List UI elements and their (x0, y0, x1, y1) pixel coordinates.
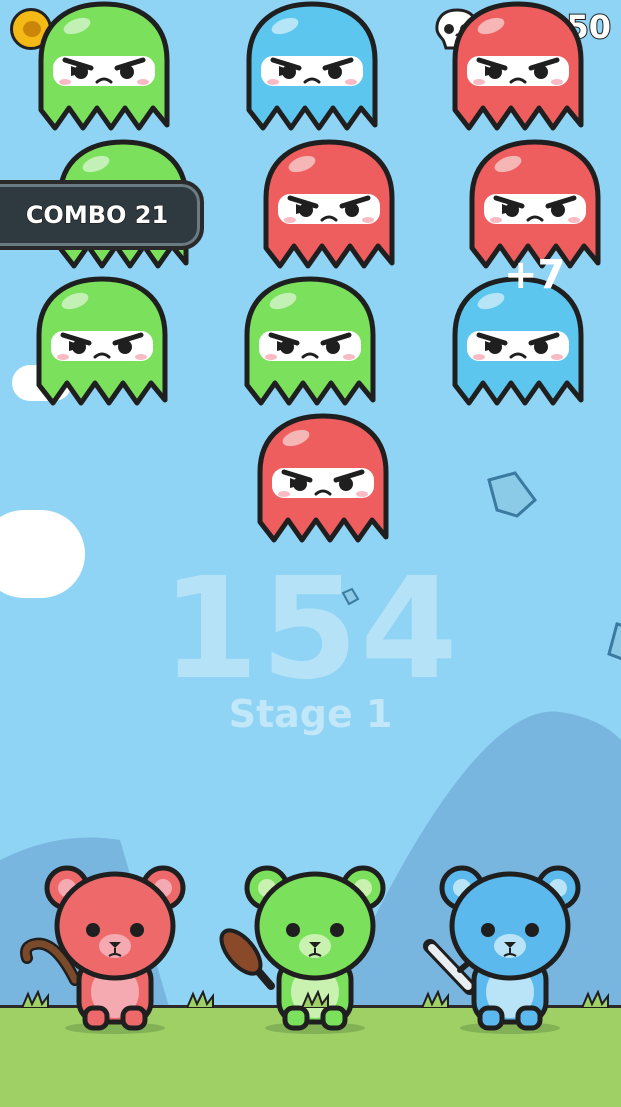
combo-label: COMBO 21 (25, 200, 169, 230)
ghost-enemy-green[interactable] (35, 0, 173, 135)
stage-label: Stage 1 (228, 692, 393, 736)
ghost-enemy-green[interactable] (241, 275, 379, 410)
grass-tuft (300, 989, 330, 1012)
ghost-enemy-blue[interactable] (243, 0, 381, 135)
grass-tuft (20, 989, 50, 1012)
grass-tuft (185, 989, 215, 1012)
ghost-enemy-green[interactable] (33, 275, 171, 410)
ghost-enemy-red[interactable] (260, 138, 398, 273)
hero-bear-red[interactable] (15, 860, 215, 1039)
combo-banner: COMBO 21 (0, 180, 204, 250)
ghost-enemy-red[interactable] (254, 412, 392, 547)
hero-bear-green[interactable] (215, 860, 415, 1039)
score-display: 154 (161, 548, 460, 711)
grass-tuft (580, 989, 610, 1012)
hero-bear-blue[interactable] (410, 860, 610, 1039)
ghost-enemy-red[interactable] (449, 0, 587, 135)
shard-icon (487, 471, 538, 518)
grass-tuft (420, 989, 450, 1012)
floating-bonus: +7 (504, 252, 566, 298)
